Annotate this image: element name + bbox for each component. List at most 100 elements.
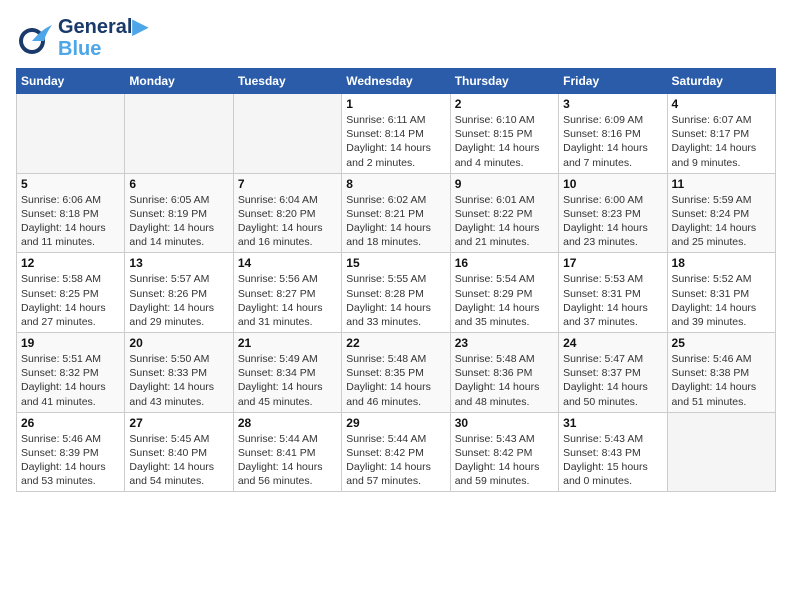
- day-number: 1: [346, 97, 445, 111]
- day-info: Sunrise: 5:48 AMSunset: 8:36 PMDaylight:…: [455, 352, 554, 409]
- day-info: Sunrise: 5:58 AMSunset: 8:25 PMDaylight:…: [21, 272, 120, 329]
- calendar-cell: 27Sunrise: 5:45 AMSunset: 8:40 PMDayligh…: [125, 412, 233, 492]
- weekday-header-friday: Friday: [559, 69, 667, 94]
- calendar-cell: 28 Sunrise: 5:44 AMSunset: 8:41 PMDayligh…: [233, 412, 341, 492]
- day-info: Sunrise: 5:43 AMSunset: 8:43 PMDaylight:…: [563, 432, 662, 489]
- weekday-header-sunday: Sunday: [17, 69, 125, 94]
- calendar-cell: 12 Sunrise: 5:58 AMSunset: 8:25 PMDayligh…: [17, 253, 125, 333]
- day-number: 26: [21, 416, 120, 430]
- calendar-cell: 8Sunrise: 6:02 AMSunset: 8:21 PMDaylight…: [342, 173, 450, 253]
- day-number: 23: [455, 336, 554, 350]
- calendar-cell: 29Sunrise: 5:44 AMSunset: 8:42 PMDayligh…: [342, 412, 450, 492]
- day-number: 6: [129, 177, 228, 191]
- calendar-cell: [233, 94, 341, 174]
- day-info: Sunrise: 5:43 AMSunset: 8:42 PMDaylight:…: [455, 432, 554, 489]
- calendar-week-2: 5Sunrise: 6:06 AMSunset: 8:18 PMDaylight…: [17, 173, 776, 253]
- calendar-cell: 15 Sunrise: 5:55 AMSunset: 8:28 PMDayligh…: [342, 253, 450, 333]
- day-info: Sunrise: 5:55 AMSunset: 8:28 PMDaylight:…: [346, 272, 445, 329]
- weekday-header-wednesday: Wednesday: [342, 69, 450, 94]
- day-info: Sunrise: 5:46 AMSunset: 8:39 PMDaylight:…: [21, 432, 120, 489]
- day-number: 15: [346, 256, 445, 270]
- calendar-cell: 1 Sunrise: 6:11 AMSunset: 8:14 PMDaylight…: [342, 94, 450, 174]
- calendar-cell: 6 Sunrise: 6:05 AMSunset: 8:19 PMDaylight…: [125, 173, 233, 253]
- calendar-week-3: 12 Sunrise: 5:58 AMSunset: 8:25 PMDayligh…: [17, 253, 776, 333]
- day-number: 29: [346, 416, 445, 430]
- day-info: Sunrise: 5:44 AMSunset: 8:41 PMDaylight:…: [238, 432, 337, 489]
- day-info: Sunrise: 6:07 AMSunset: 8:17 PMDaylight:…: [672, 113, 771, 170]
- calendar-cell: 14Sunrise: 5:56 AMSunset: 8:27 PMDayligh…: [233, 253, 341, 333]
- calendar-cell: 24 Sunrise: 5:47 AMSunset: 8:37 PMDayligh…: [559, 333, 667, 413]
- calendar-cell: 23 Sunrise: 5:48 AMSunset: 8:36 PMDayligh…: [450, 333, 558, 413]
- day-info: Sunrise: 5:49 AMSunset: 8:34 PMDaylight:…: [238, 352, 337, 409]
- calendar-cell: 10 Sunrise: 6:00 AMSunset: 8:23 PMDayligh…: [559, 173, 667, 253]
- calendar-cell: 30Sunrise: 5:43 AMSunset: 8:42 PMDayligh…: [450, 412, 558, 492]
- day-info: Sunrise: 5:48 AMSunset: 8:35 PMDaylight:…: [346, 352, 445, 409]
- calendar-week-1: 1 Sunrise: 6:11 AMSunset: 8:14 PMDaylight…: [17, 94, 776, 174]
- calendar-cell: 18 Sunrise: 5:52 AMSunset: 8:31 PMDayligh…: [667, 253, 775, 333]
- day-info: Sunrise: 5:46 AMSunset: 8:38 PMDaylight:…: [672, 352, 771, 409]
- calendar-cell: 11Sunrise: 5:59 AMSunset: 8:24 PMDayligh…: [667, 173, 775, 253]
- weekday-header-row: SundayMondayTuesdayWednesdayThursdayFrid…: [17, 69, 776, 94]
- day-number: 31: [563, 416, 662, 430]
- logo-line2: Blue: [58, 38, 148, 60]
- day-info: Sunrise: 5:53 AMSunset: 8:31 PMDaylight:…: [563, 272, 662, 329]
- calendar-cell: 9Sunrise: 6:01 AMSunset: 8:22 PMDaylight…: [450, 173, 558, 253]
- calendar-cell: 26 Sunrise: 5:46 AMSunset: 8:39 PMDayligh…: [17, 412, 125, 492]
- calendar-cell: 22 Sunrise: 5:48 AMSunset: 8:35 PMDayligh…: [342, 333, 450, 413]
- calendar-cell: 13 Sunrise: 5:57 AMSunset: 8:26 PMDayligh…: [125, 253, 233, 333]
- calendar-cell: 25 Sunrise: 5:46 AMSunset: 8:38 PMDayligh…: [667, 333, 775, 413]
- day-number: 4: [672, 97, 771, 111]
- day-number: 25: [672, 336, 771, 350]
- day-info: Sunrise: 5:47 AMSunset: 8:37 PMDaylight:…: [563, 352, 662, 409]
- day-number: 20: [129, 336, 228, 350]
- day-number: 27: [129, 416, 228, 430]
- day-number: 3: [563, 97, 662, 111]
- day-number: 7: [238, 177, 337, 191]
- calendar-table: SundayMondayTuesdayWednesdayThursdayFrid…: [16, 68, 776, 492]
- day-number: 10: [563, 177, 662, 191]
- day-number: 24: [563, 336, 662, 350]
- calendar-body: 1 Sunrise: 6:11 AMSunset: 8:14 PMDaylight…: [17, 94, 776, 492]
- day-number: 14: [238, 256, 337, 270]
- day-number: 13: [129, 256, 228, 270]
- calendar-cell: 20 Sunrise: 5:50 AMSunset: 8:33 PMDayligh…: [125, 333, 233, 413]
- calendar-cell: [125, 94, 233, 174]
- calendar-cell: 2Sunrise: 6:10 AMSunset: 8:15 PMDaylight…: [450, 94, 558, 174]
- day-number: 22: [346, 336, 445, 350]
- day-info: Sunrise: 6:11 AMSunset: 8:14 PMDaylight:…: [346, 113, 445, 170]
- calendar-cell: 31 Sunrise: 5:43 AMSunset: 8:43 PMDayligh…: [559, 412, 667, 492]
- day-info: Sunrise: 5:52 AMSunset: 8:31 PMDaylight:…: [672, 272, 771, 329]
- logo: General▶ Blue: [16, 16, 148, 60]
- calendar-week-4: 19Sunrise: 5:51 AMSunset: 8:32 PMDayligh…: [17, 333, 776, 413]
- weekday-header-saturday: Saturday: [667, 69, 775, 94]
- day-number: 16: [455, 256, 554, 270]
- day-info: Sunrise: 5:59 AMSunset: 8:24 PMDaylight:…: [672, 193, 771, 250]
- calendar-cell: 4 Sunrise: 6:07 AMSunset: 8:17 PMDaylight…: [667, 94, 775, 174]
- page-header: General▶ Blue: [16, 16, 776, 60]
- weekday-header-thursday: Thursday: [450, 69, 558, 94]
- calendar-week-5: 26 Sunrise: 5:46 AMSunset: 8:39 PMDayligh…: [17, 412, 776, 492]
- day-info: Sunrise: 5:57 AMSunset: 8:26 PMDaylight:…: [129, 272, 228, 329]
- calendar-cell: 16Sunrise: 5:54 AMSunset: 8:29 PMDayligh…: [450, 253, 558, 333]
- calendar-cell: 21 Sunrise: 5:49 AMSunset: 8:34 PMDayligh…: [233, 333, 341, 413]
- day-info: Sunrise: 6:00 AMSunset: 8:23 PMDaylight:…: [563, 193, 662, 250]
- day-number: 2: [455, 97, 554, 111]
- day-number: 21: [238, 336, 337, 350]
- day-info: Sunrise: 6:06 AMSunset: 8:18 PMDaylight:…: [21, 193, 120, 250]
- day-info: Sunrise: 6:09 AMSunset: 8:16 PMDaylight:…: [563, 113, 662, 170]
- day-number: 9: [455, 177, 554, 191]
- day-number: 12: [21, 256, 120, 270]
- day-info: Sunrise: 6:04 AMSunset: 8:20 PMDaylight:…: [238, 193, 337, 250]
- day-info: Sunrise: 6:05 AMSunset: 8:19 PMDaylight:…: [129, 193, 228, 250]
- weekday-header-tuesday: Tuesday: [233, 69, 341, 94]
- day-number: 28: [238, 416, 337, 430]
- day-number: 18: [672, 256, 771, 270]
- calendar-cell: 19Sunrise: 5:51 AMSunset: 8:32 PMDayligh…: [17, 333, 125, 413]
- calendar-cell: 17Sunrise: 5:53 AMSunset: 8:31 PMDayligh…: [559, 253, 667, 333]
- weekday-header-monday: Monday: [125, 69, 233, 94]
- day-info: Sunrise: 5:51 AMSunset: 8:32 PMDaylight:…: [21, 352, 120, 409]
- calendar-cell: [667, 412, 775, 492]
- calendar-cell: 7 Sunrise: 6:04 AMSunset: 8:20 PMDaylight…: [233, 173, 341, 253]
- logo-line1: General▶: [58, 16, 148, 38]
- day-info: Sunrise: 5:50 AMSunset: 8:33 PMDaylight:…: [129, 352, 228, 409]
